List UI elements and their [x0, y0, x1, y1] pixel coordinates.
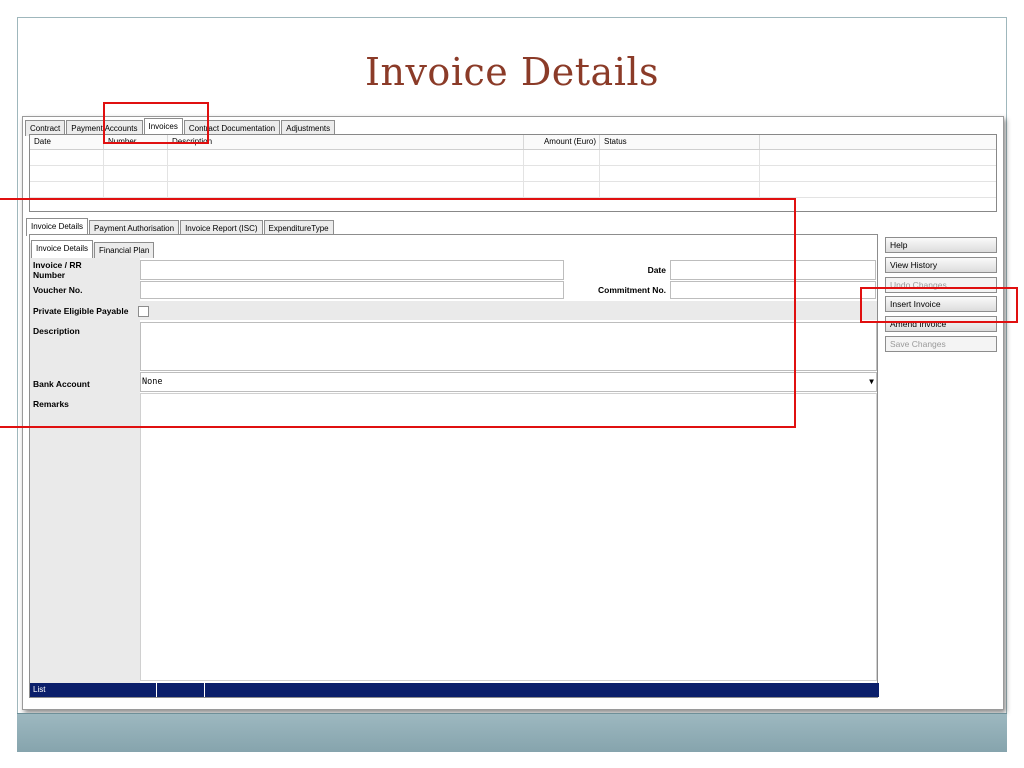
slide-footer-band [17, 713, 1007, 752]
subtab-invoice-details[interactable]: Invoice Details [31, 240, 94, 258]
table-row[interactable] [30, 182, 996, 198]
subtab-financial-plan[interactable]: Financial Plan [94, 242, 155, 258]
slide-title: Invoice Details [364, 50, 660, 94]
column-header-description[interactable]: Description [168, 135, 524, 149]
column-header-status[interactable]: Status [600, 135, 760, 149]
status-bar: List [30, 683, 879, 697]
insert-invoice-highlight [860, 287, 1018, 323]
status-bar-label: List [30, 683, 157, 697]
table-row[interactable] [30, 150, 996, 166]
invoice-details-highlight [0, 198, 796, 428]
table-row[interactable] [30, 166, 996, 182]
help-button[interactable]: Help [885, 237, 997, 253]
invoices-tab-highlight [103, 102, 209, 144]
status-bar-cell [205, 683, 877, 697]
column-header-blank [760, 135, 996, 149]
status-bar-cell [157, 683, 205, 697]
column-header-date[interactable]: Date [30, 135, 104, 149]
column-header-amount[interactable]: Amount (Euro) [524, 135, 600, 149]
remarks-textarea[interactable] [140, 393, 877, 681]
chevron-down-icon[interactable]: ▼ [869, 373, 874, 391]
view-history-button[interactable]: View History [885, 257, 997, 273]
sub-tab-bar: Invoice Details Financial Plan [31, 240, 155, 258]
save-changes-button[interactable]: Save Changes [885, 336, 997, 352]
